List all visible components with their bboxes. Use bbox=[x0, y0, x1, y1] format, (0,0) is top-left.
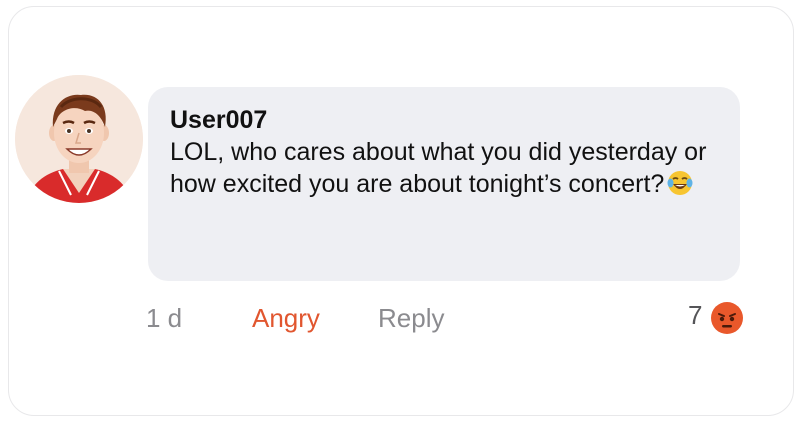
username[interactable]: User007 bbox=[170, 104, 718, 136]
avatar-illustration bbox=[15, 75, 143, 203]
comment-actions: 1 d Angry Reply 7 bbox=[9, 300, 793, 337]
comment-text: LOL, who cares about what you did yester… bbox=[170, 136, 730, 205]
angry-face-icon[interactable] bbox=[710, 301, 744, 335]
comment-message: LOL, who cares about what you did yester… bbox=[170, 138, 707, 198]
reply-button[interactable]: Reply bbox=[378, 303, 444, 334]
angry-reaction-button[interactable]: Angry bbox=[252, 303, 320, 334]
laughing-tears-emoji-icon bbox=[666, 169, 694, 205]
comment-bubble: User007 LOL, who cares about what you di… bbox=[148, 87, 740, 281]
avatar[interactable] bbox=[15, 75, 143, 203]
reaction-count[interactable]: 7 bbox=[688, 300, 702, 331]
comment-card: User007 LOL, who cares about what you di… bbox=[8, 6, 794, 416]
comment-timestamp: 1 d bbox=[146, 303, 183, 333]
